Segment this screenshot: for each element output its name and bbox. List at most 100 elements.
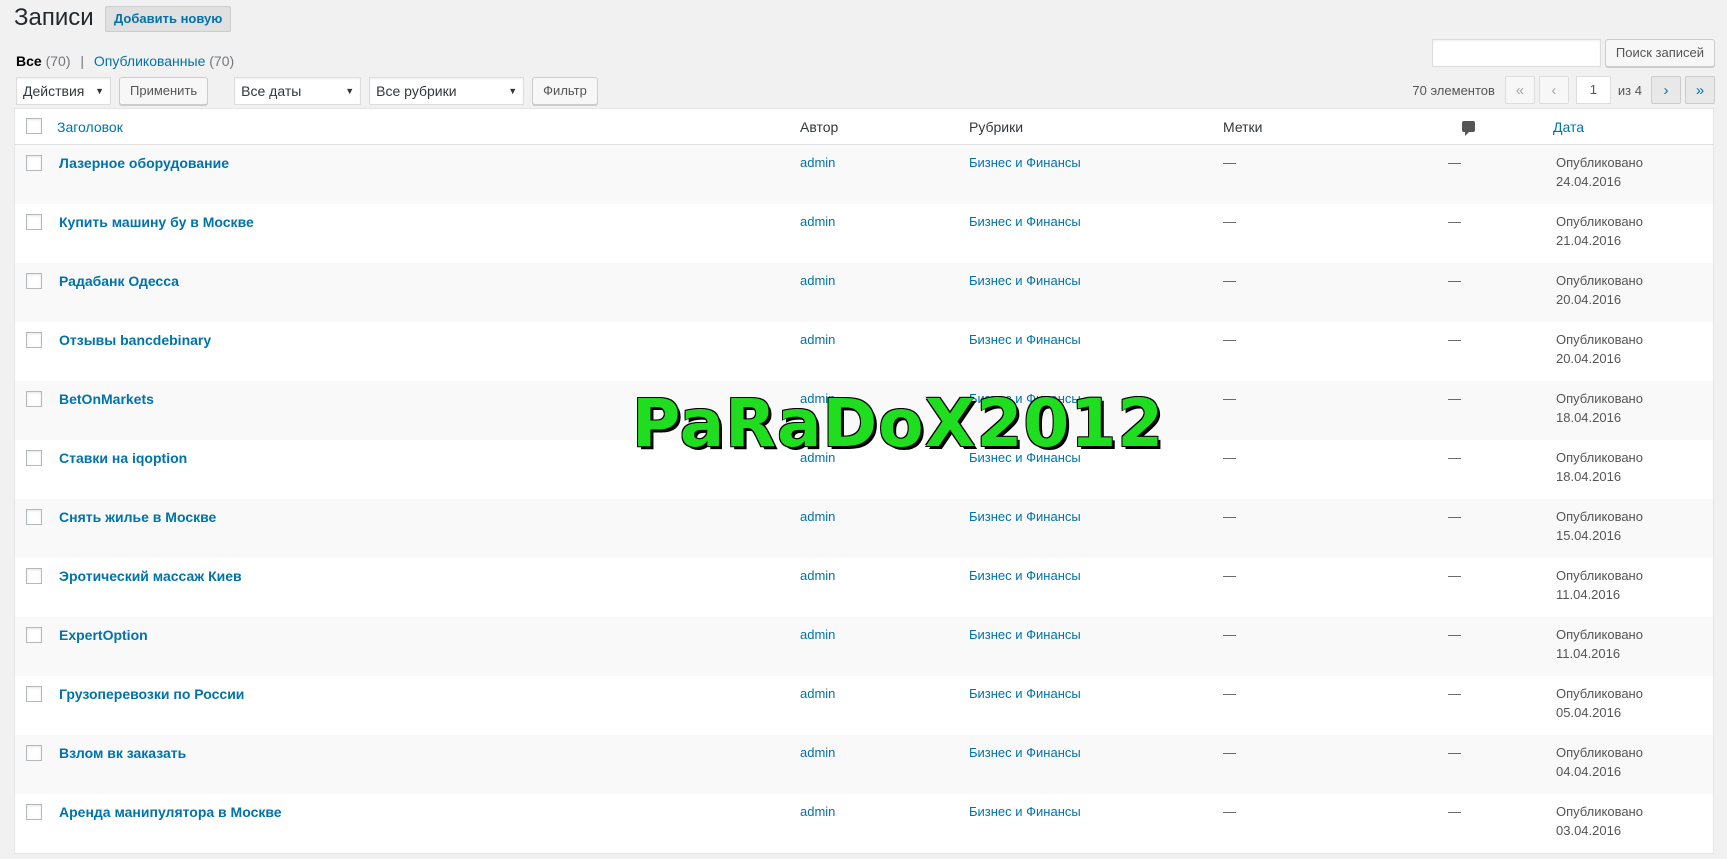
row-checkbox[interactable] — [26, 450, 42, 466]
post-author-link[interactable]: admin — [800, 745, 969, 760]
table-row: Снять жилье в Москве admin Бизнес и Фина… — [15, 499, 1713, 558]
post-category-link[interactable]: Бизнес и Финансы — [969, 509, 1223, 524]
post-comments: — — [1448, 214, 1461, 229]
category-filter-select[interactable]: Все рубрики ▼ — [369, 77, 525, 105]
post-tags: — — [1223, 509, 1236, 524]
post-tags: — — [1223, 568, 1236, 583]
post-author-link[interactable]: admin — [800, 509, 969, 524]
post-category-link[interactable]: Бизнес и Финансы — [969, 155, 1223, 170]
add-new-button[interactable]: Добавить новую — [105, 6, 232, 32]
post-title-link[interactable]: Радабанк Одесса — [57, 273, 800, 289]
row-checkbox[interactable] — [26, 155, 42, 171]
post-title-link[interactable]: BetOnMarkets — [57, 391, 800, 407]
search-posts-button[interactable]: Поиск записей — [1604, 39, 1715, 67]
prev-page-button[interactable]: ‹ — [1538, 76, 1569, 104]
post-date-value: 18.04.2016 — [1556, 410, 1622, 425]
filter-all-link[interactable]: Все — [16, 53, 42, 69]
post-date: Опубликовано 11.04.2016 — [1553, 625, 1713, 663]
post-author-link[interactable]: admin — [800, 332, 969, 347]
post-title-link[interactable]: Аренда манипулятора в Москве — [57, 804, 800, 820]
table-row: ExpertOption admin Бизнес и Финансы — — … — [15, 617, 1713, 676]
post-status: Опубликовано — [1556, 627, 1643, 642]
filter-published-link[interactable]: Опубликованные — [94, 53, 205, 69]
category-filter-value: Все рубрики — [376, 83, 457, 99]
row-checkbox[interactable] — [26, 509, 42, 525]
select-all-checkbox[interactable] — [26, 118, 42, 134]
column-title[interactable]: Заголовок — [57, 119, 800, 135]
post-author-link[interactable]: admin — [800, 391, 969, 406]
row-checkbox[interactable] — [26, 332, 42, 348]
column-comments[interactable] — [1448, 119, 1553, 136]
row-checkbox[interactable] — [26, 568, 42, 584]
current-page-input[interactable]: 1 — [1575, 76, 1611, 104]
post-title-link[interactable]: Купить машину бу в Москве — [57, 214, 800, 230]
post-title-link[interactable]: Взлом вк заказать — [57, 745, 800, 761]
row-checkbox[interactable] — [26, 745, 42, 761]
filter-button[interactable]: Фильтр — [532, 77, 598, 105]
post-date-value: 20.04.2016 — [1556, 292, 1622, 307]
post-category-link[interactable]: Бизнес и Финансы — [969, 686, 1223, 701]
column-date[interactable]: Дата — [1553, 119, 1713, 135]
post-status: Опубликовано — [1556, 391, 1643, 406]
date-filter-value: Все даты — [241, 83, 302, 99]
row-checkbox[interactable] — [26, 214, 42, 230]
post-category-link[interactable]: Бизнес и Финансы — [969, 745, 1223, 760]
post-author-link[interactable]: admin — [800, 804, 969, 819]
table-row: BetOnMarkets admin Бизнес и Финансы — — … — [15, 381, 1713, 440]
post-category-link[interactable]: Бизнес и Финансы — [969, 391, 1223, 406]
table-header: Заголовок Автор Рубрики Метки Дата — [15, 109, 1713, 145]
first-page-button[interactable]: « — [1504, 76, 1535, 104]
post-category-link[interactable]: Бизнес и Финансы — [969, 332, 1223, 347]
post-author-link[interactable]: admin — [800, 214, 969, 229]
post-category-link[interactable]: Бизнес и Финансы — [969, 214, 1223, 229]
comment-bubble-icon — [1462, 120, 1475, 136]
post-date-value: 04.04.2016 — [1556, 764, 1622, 779]
row-checkbox[interactable] — [26, 804, 42, 820]
post-tags: — — [1223, 627, 1236, 642]
next-page-button[interactable]: › — [1651, 76, 1681, 104]
post-title-link[interactable]: ExpertOption — [57, 627, 800, 643]
post-author-link[interactable]: admin — [800, 450, 969, 465]
post-author-link[interactable]: admin — [800, 568, 969, 583]
items-count: 70 элементов — [1412, 82, 1495, 98]
post-category-link[interactable]: Бизнес и Финансы — [969, 627, 1223, 642]
post-title-link[interactable]: Лазерное оборудование — [57, 155, 800, 171]
last-page-button[interactable]: » — [1685, 76, 1715, 104]
table-row: Лазерное оборудование admin Бизнес и Фин… — [15, 145, 1713, 204]
post-date: Опубликовано 21.04.2016 — [1553, 212, 1713, 250]
tablenav-top: Действия ▼ Применить Все даты ▼ Все рубр… — [16, 77, 598, 105]
apply-button[interactable]: Применить — [119, 77, 209, 105]
post-title-link[interactable]: Ставки на iqoption — [57, 450, 800, 466]
post-category-link[interactable]: Бизнес и Финансы — [969, 804, 1223, 819]
table-row: Купить машину бу в Москве admin Бизнес и… — [15, 204, 1713, 263]
row-checkbox[interactable] — [26, 391, 42, 407]
post-title-link[interactable]: Грузоперевозки по России — [57, 686, 800, 702]
bulk-actions-select[interactable]: Действия ▼ — [16, 77, 111, 105]
post-author-link[interactable]: admin — [800, 155, 969, 170]
post-date: Опубликовано 20.04.2016 — [1553, 271, 1713, 309]
post-date: Опубликовано 24.04.2016 — [1553, 153, 1713, 191]
post-title-link[interactable]: Снять жилье в Москве — [57, 509, 800, 525]
post-tags: — — [1223, 332, 1236, 347]
post-comments: — — [1448, 450, 1461, 465]
post-comments: — — [1448, 627, 1461, 642]
post-category-link[interactable]: Бизнес и Финансы — [969, 568, 1223, 583]
post-category-link[interactable]: Бизнес и Финансы — [969, 450, 1223, 465]
row-checkbox[interactable] — [26, 627, 42, 643]
post-status: Опубликовано — [1556, 686, 1643, 701]
post-status: Опубликовано — [1556, 273, 1643, 288]
post-author-link[interactable]: admin — [800, 686, 969, 701]
bulk-actions-value: Действия — [23, 83, 85, 99]
post-category-link[interactable]: Бизнес и Финансы — [969, 273, 1223, 288]
date-filter-select[interactable]: Все даты ▼ — [234, 77, 362, 105]
row-checkbox[interactable] — [26, 273, 42, 289]
post-author-link[interactable]: admin — [800, 627, 969, 642]
post-date: Опубликовано 11.04.2016 — [1553, 566, 1713, 604]
search-input[interactable] — [1431, 39, 1601, 67]
post-author-link[interactable]: admin — [800, 273, 969, 288]
post-status: Опубликовано — [1556, 214, 1643, 229]
row-checkbox[interactable] — [26, 686, 42, 702]
post-title-link[interactable]: Эротический массаж Киев — [57, 568, 800, 584]
post-title-link[interactable]: Отзывы bancdebinary — [57, 332, 800, 348]
filter-all-count: (70) — [45, 53, 71, 69]
